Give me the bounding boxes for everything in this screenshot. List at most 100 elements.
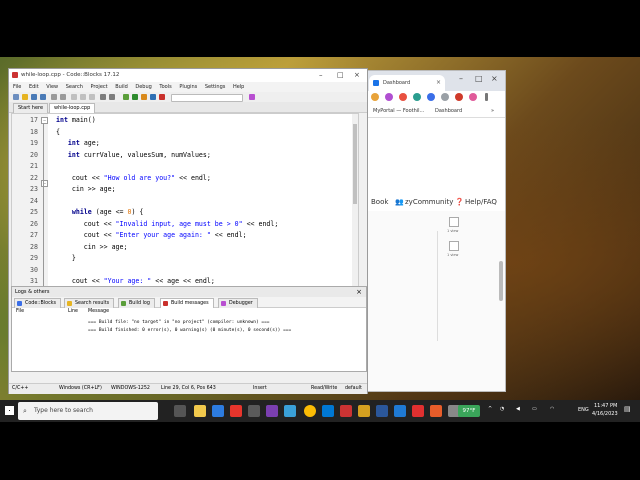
browser-tab[interactable]: Dashboard ×: [369, 75, 445, 91]
taskbar-search[interactable]: ⌕ Type here to search: [18, 402, 158, 420]
outlook-icon[interactable]: [322, 405, 334, 417]
bookmark-dashboard[interactable]: Dashboard: [435, 105, 462, 117]
menu-plugins[interactable]: Plugins: [179, 84, 197, 90]
log-tab-debugger[interactable]: Debugger: [218, 298, 258, 308]
extension-icon[interactable]: [399, 93, 407, 101]
menu-help[interactable]: Help: [233, 84, 244, 90]
item-checkbox[interactable]: [449, 217, 459, 227]
opera-icon[interactable]: [230, 405, 242, 417]
profile-avatar[interactable]: [469, 93, 477, 101]
menu-project[interactable]: Project: [91, 84, 108, 90]
codeblocks-icon[interactable]: [340, 405, 352, 417]
codeblocks-window[interactable]: while-loop.cpp - Code::Blocks 17.12 – □ …: [8, 68, 368, 394]
code-line[interactable]: {: [56, 128, 60, 136]
close-panel-icon[interactable]: ×: [356, 287, 362, 297]
maximize-icon[interactable]: □: [475, 74, 483, 83]
log-tab-codeblocks[interactable]: Code::Blocks: [14, 298, 61, 308]
extension-icon[interactable]: [455, 93, 463, 101]
replace-icon[interactable]: [109, 94, 115, 100]
build-icon[interactable]: [123, 94, 129, 100]
edge-icon[interactable]: [212, 405, 224, 417]
menu-file[interactable]: File: [13, 84, 21, 90]
log-tab-build-log[interactable]: Build log: [118, 298, 155, 308]
maximize-icon[interactable]: □: [337, 69, 344, 82]
extension-icon[interactable]: [441, 93, 449, 101]
app-icon[interactable]: [358, 405, 370, 417]
extension-icon[interactable]: [385, 93, 393, 101]
code-line[interactable]: cout << "Enter your age again: " << endl…: [56, 231, 247, 239]
app-icon[interactable]: [412, 405, 424, 417]
save-icon[interactable]: [31, 94, 37, 100]
volume-icon[interactable]: ◀: [516, 406, 520, 412]
undo-icon[interactable]: [51, 94, 57, 100]
wifi-icon[interactable]: ◠: [550, 406, 554, 412]
menu-settings[interactable]: Settings: [205, 84, 226, 90]
word-icon[interactable]: [376, 405, 388, 417]
app-icon[interactable]: [430, 405, 442, 417]
menu-tools[interactable]: Tools: [159, 84, 171, 90]
menu-view[interactable]: View: [46, 84, 58, 90]
code-line[interactable]: while (age <= 0) {: [56, 208, 144, 216]
abort-icon[interactable]: [159, 94, 165, 100]
tab-start-here[interactable]: Start here: [13, 103, 49, 113]
scroll-thumb[interactable]: [353, 124, 357, 204]
menu-search[interactable]: Search: [66, 84, 83, 90]
redo-icon[interactable]: [60, 94, 66, 100]
code-line[interactable]: int currValue, valuesSum, numValues;: [56, 151, 211, 159]
tray-chevron-icon[interactable]: ^: [488, 406, 492, 412]
build-message-row[interactable]: === Build file: "no target" in "no proje…: [88, 320, 270, 325]
find-icon[interactable]: [100, 94, 106, 100]
menu-edit[interactable]: Edit: [29, 84, 39, 90]
log-tab-build-messages[interactable]: Build messages: [160, 298, 214, 308]
chrome-icon[interactable]: [304, 405, 316, 417]
extension-icon[interactable]: [413, 93, 421, 101]
code-line[interactable]: cin >> age;: [56, 243, 128, 251]
code-line[interactable]: cout << "Invalid input, age must be > 0"…: [56, 220, 279, 228]
open-icon[interactable]: [22, 94, 28, 100]
code-line[interactable]: cout << "How old are you?" << endl;: [56, 174, 211, 182]
col-file[interactable]: File: [16, 309, 24, 314]
nav-zycommunity[interactable]: zyCommunity: [405, 193, 453, 211]
minimize-icon[interactable]: –: [459, 74, 463, 83]
weather-widget[interactable]: 97°F: [458, 405, 480, 417]
extension-icon[interactable]: [427, 93, 435, 101]
build-and-run-icon[interactable]: [141, 94, 147, 100]
cut-icon[interactable]: [71, 94, 77, 100]
app-icon[interactable]: [394, 405, 406, 417]
scrollbar[interactable]: [499, 261, 503, 301]
clock-time[interactable]: 11:47 PM: [594, 403, 617, 409]
browser-window[interactable]: Dashboard × – □ × MyPortal — Foothil... …: [364, 70, 506, 392]
menu-debug[interactable]: Debug: [135, 84, 151, 90]
log-tab-search-results[interactable]: Search results: [64, 298, 115, 308]
rebuild-icon[interactable]: [150, 94, 156, 100]
input-language[interactable]: ENG: [578, 407, 589, 413]
code-line[interactable]: int age;: [56, 139, 100, 147]
notifications-icon[interactable]: ▤: [624, 405, 631, 413]
copy-icon[interactable]: [80, 94, 86, 100]
close-tab-icon[interactable]: ×: [436, 75, 441, 91]
file-explorer-icon[interactable]: [194, 405, 206, 417]
nav-book[interactable]: Book: [371, 193, 388, 211]
paste-icon[interactable]: [89, 94, 95, 100]
code-line[interactable]: int main(): [56, 116, 96, 124]
menu-icon[interactable]: [485, 93, 488, 101]
bookmark-myportal[interactable]: MyPortal — Foothil...: [373, 105, 424, 117]
clock-date[interactable]: 4/16/2023: [592, 411, 618, 417]
debug-icon[interactable]: [249, 94, 255, 100]
fold-marker-icon[interactable]: −: [41, 117, 48, 124]
network-icon[interactable]: ◔: [500, 406, 504, 412]
windows-start-icon[interactable]: [5, 406, 14, 415]
task-view-icon[interactable]: [174, 405, 186, 417]
run-icon[interactable]: [132, 94, 138, 100]
col-message[interactable]: Message: [88, 309, 109, 314]
battery-icon[interactable]: ▭: [532, 406, 537, 412]
minimize-icon[interactable]: –: [319, 69, 323, 82]
more-bookmarks-icon[interactable]: »: [491, 105, 494, 117]
app-icon[interactable]: [248, 405, 260, 417]
new-file-icon[interactable]: [13, 94, 19, 100]
close-icon[interactable]: ×: [354, 69, 360, 82]
save-all-icon[interactable]: [40, 94, 46, 100]
col-line[interactable]: Line: [68, 309, 78, 314]
close-icon[interactable]: ×: [491, 74, 498, 83]
app-icon[interactable]: [284, 405, 296, 417]
